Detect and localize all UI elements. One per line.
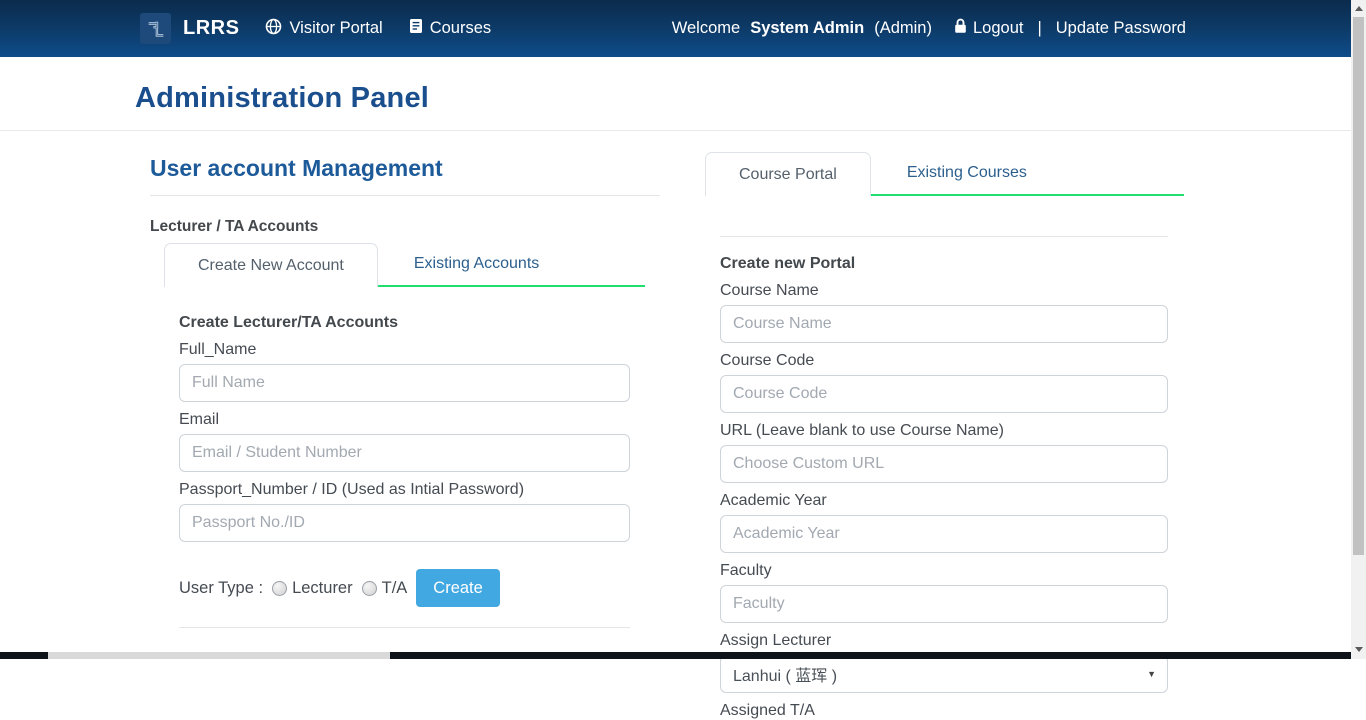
lecturer-radio[interactable] [272, 581, 287, 596]
account-tabs: Create New Account Existing Accounts [150, 243, 645, 287]
assign-lecturer-select[interactable]: Lanhui ( 蓝珲 ) ▼ [720, 655, 1168, 693]
chevron-down-icon: ▼ [1147, 669, 1156, 679]
create-portal-form-title: Create new Portal [720, 255, 1168, 273]
triangle-down-icon [1355, 647, 1363, 652]
tab-course-portal-label: Course Portal [739, 166, 837, 184]
divider [179, 627, 630, 628]
custom-url-input[interactable] [720, 445, 1168, 483]
tab-create-new-account[interactable]: Create New Account [164, 243, 378, 287]
scroll-up-button[interactable] [1351, 0, 1366, 16]
vertical-scrollbar[interactable] [1351, 0, 1366, 659]
nav-visitor-portal[interactable]: Visitor Portal [265, 18, 382, 40]
nav-courses[interactable]: Courses [409, 18, 491, 39]
nav-courses-label: Courses [430, 19, 491, 38]
horizontal-scrollbar[interactable] [0, 652, 1351, 659]
user-role: (Admin) [874, 19, 932, 38]
book-icon [409, 18, 423, 39]
divider [150, 195, 660, 196]
create-account-form: Create Lecturer/TA Accounts Full_Name Em… [179, 314, 630, 628]
full-name-label: Full_Name [179, 341, 630, 359]
course-name-input[interactable] [720, 305, 1168, 343]
horizontal-scrollbar-thumb[interactable] [48, 652, 390, 659]
create-account-button[interactable]: Create [416, 569, 500, 607]
passport-input[interactable] [179, 504, 630, 542]
passport-label: Passport_Number / ID (Used as Intial Pas… [179, 481, 630, 499]
lecturer-ta-accounts-label: Lecturer / TA Accounts [150, 218, 660, 236]
assigned-ta-label: Assigned T/A [720, 702, 1168, 720]
logout-link[interactable]: Logout [954, 18, 1023, 39]
welcome-text: Welcome [672, 19, 740, 38]
update-password-label: Update Password [1056, 19, 1186, 38]
user-account-management-panel: User account Management Lecturer / TA Ac… [150, 131, 660, 628]
assign-lecturer-selected-value: Lanhui ( 蓝珲 ) [733, 662, 837, 686]
tab-existing-accounts[interactable]: Existing Accounts [414, 255, 539, 273]
account-tabs-rest: Existing Accounts [378, 243, 645, 287]
tab-course-portal[interactable]: Course Portal [705, 152, 871, 196]
top-navbar: LRRS Visitor Portal Courses [0, 0, 1351, 57]
update-password-link[interactable]: Update Password [1056, 19, 1186, 38]
scroll-down-button[interactable] [1351, 641, 1366, 657]
faculty-input[interactable] [720, 585, 1168, 623]
url-label: URL (Leave blank to use Course Name) [720, 422, 1168, 440]
course-portal-panel: Course Portal Existing Courses Create ne… [705, 131, 1184, 720]
lrrs-logo-icon[interactable] [140, 13, 171, 44]
academic-year-label: Academic Year [720, 492, 1168, 510]
email-label: Email [179, 411, 630, 429]
brand-lrrs[interactable]: LRRS [183, 17, 239, 40]
vertical-scrollbar-thumb[interactable] [1353, 17, 1364, 555]
ta-radio[interactable] [362, 581, 377, 596]
course-name-label: Course Name [720, 282, 1168, 300]
user-name: System Admin [750, 19, 864, 38]
divider [720, 236, 1168, 237]
triangle-up-icon [1355, 6, 1363, 11]
create-account-form-title: Create Lecturer/TA Accounts [179, 314, 630, 332]
create-portal-form: Create new Portal Course Name Course Cod… [720, 255, 1168, 720]
left-panel-title: User account Management [150, 155, 660, 182]
lecturer-radio-label[interactable]: Lecturer [292, 579, 353, 598]
nav-separator: | [1037, 19, 1041, 38]
course-tabs: Course Portal Existing Courses [705, 152, 1184, 196]
page-title: Administration Panel [135, 82, 429, 115]
course-tabs-rest: Existing Courses [871, 152, 1184, 196]
course-code-input[interactable] [720, 375, 1168, 413]
nav-visitor-portal-label: Visitor Portal [289, 19, 382, 38]
tab-create-new-account-label: Create New Account [198, 257, 344, 275]
faculty-label: Faculty [720, 562, 1168, 580]
ta-radio-label[interactable]: T/A [382, 579, 408, 598]
full-name-input[interactable] [179, 364, 630, 402]
user-type-row: User Type : Lecturer T/A Create [179, 569, 630, 607]
logout-label: Logout [973, 19, 1023, 38]
email-input[interactable] [179, 434, 630, 472]
user-type-label: User Type : [179, 579, 263, 598]
course-code-label: Course Code [720, 352, 1168, 370]
globe-icon [265, 18, 282, 40]
page-header: Administration Panel [0, 57, 1351, 131]
lock-icon [954, 18, 967, 39]
tab-existing-courses[interactable]: Existing Courses [907, 164, 1027, 182]
academic-year-input[interactable] [720, 515, 1168, 553]
assign-lecturer-label: Assign Lecturer [720, 632, 1168, 650]
